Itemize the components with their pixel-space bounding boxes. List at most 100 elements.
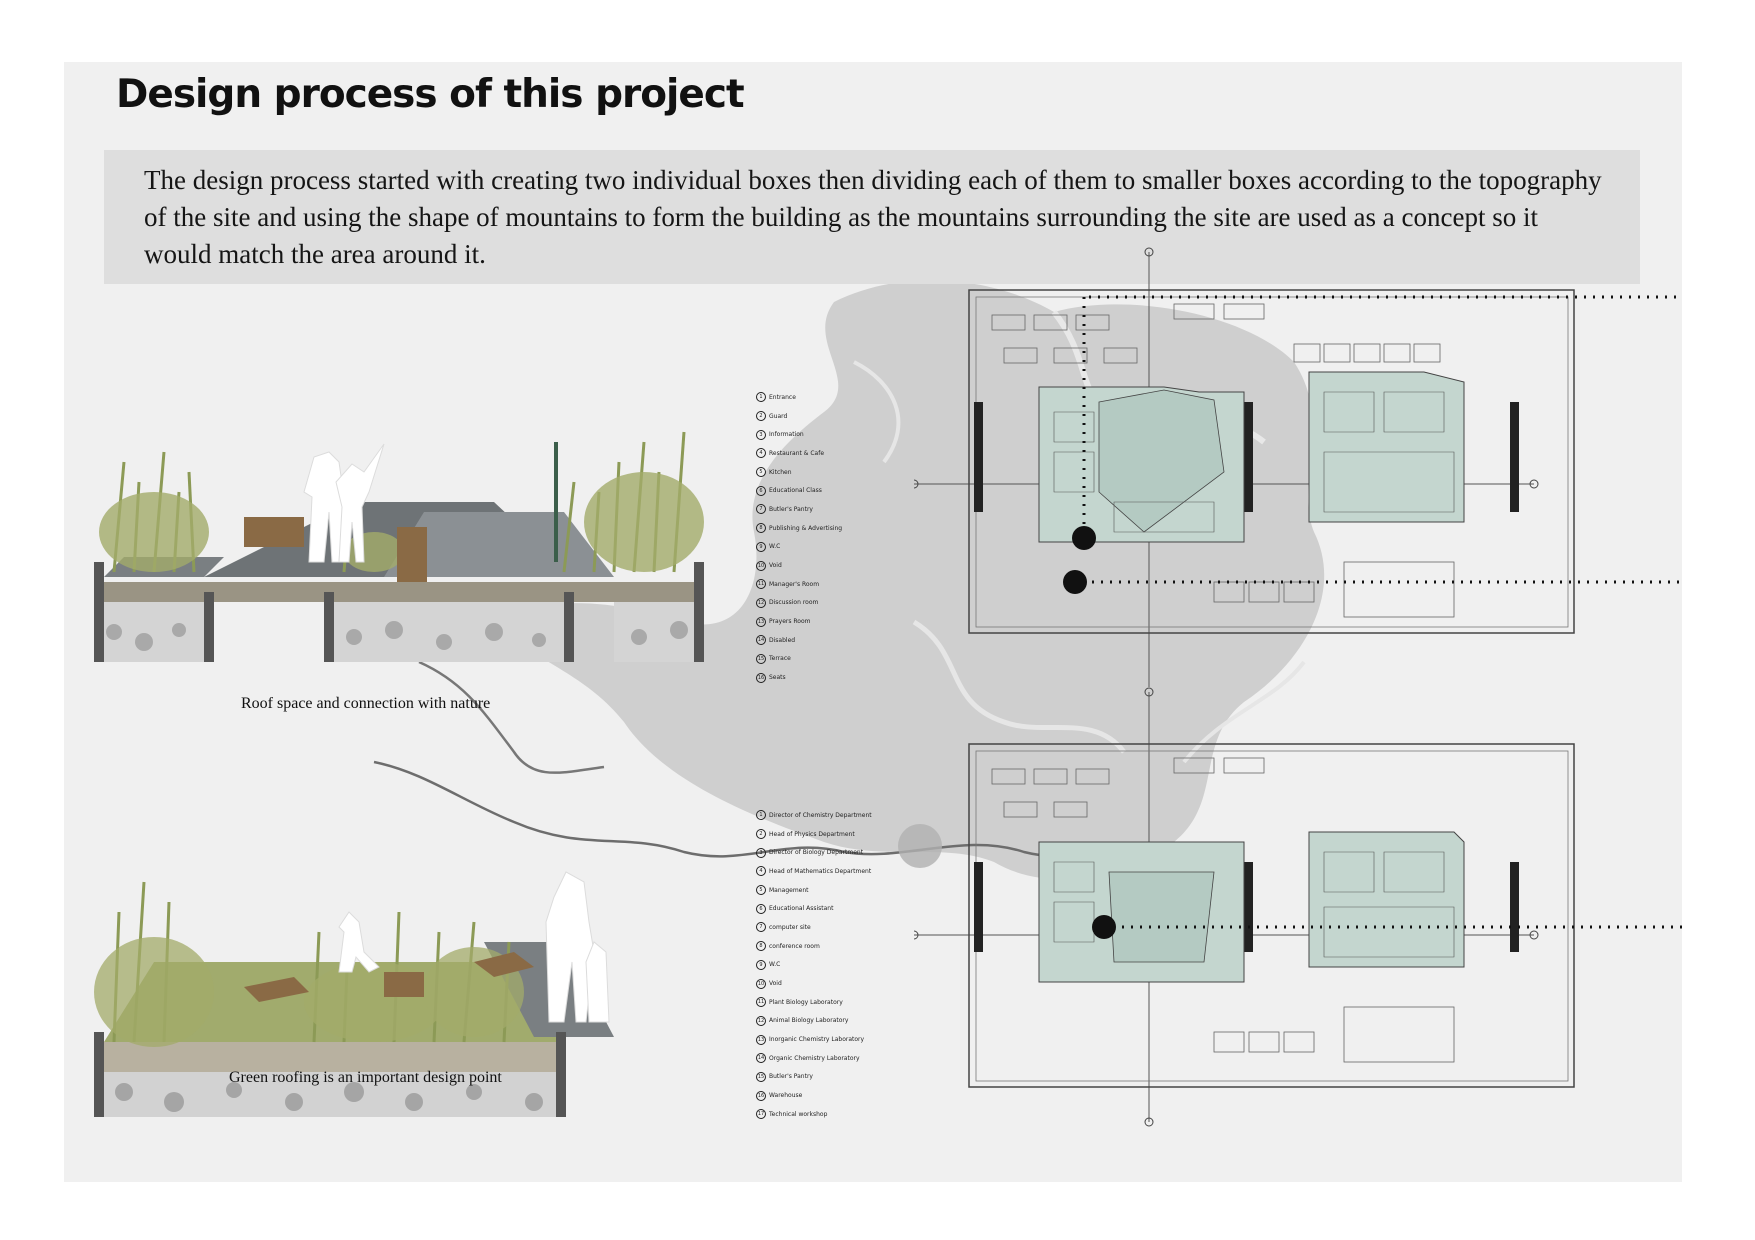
legend-top-floor-rooms: 1 Entrance 2 Guard 3 Information 4 Restaurant &… (756, 388, 842, 687)
legend-label: Prayers Room (769, 618, 811, 626)
legend-number: 15 (756, 1071, 766, 1082)
legend-bottom-floor-rooms: 1 Director of Chemistry Department 2 Head o… (756, 806, 872, 1124)
legend-label: Inorganic Chemistry Laboratory (769, 1036, 865, 1044)
legend-item: 8 Publishing & Advertising (756, 519, 842, 538)
legend-number: 11 (756, 997, 766, 1008)
legend-label: Management (769, 886, 809, 894)
legend-label: Information (769, 431, 804, 439)
legend-label: Butler's Pantry (769, 505, 813, 513)
legend-number: 1 (756, 810, 766, 821)
legend-item: 7 Butler's Pantry (756, 500, 842, 519)
legend-number: 5 (756, 467, 766, 478)
legend-label: Organic Chemistry Laboratory (769, 1054, 860, 1062)
legend-label: Terrace (769, 655, 791, 663)
legend-number: 14 (756, 635, 766, 646)
legend-number: 12 (756, 597, 766, 608)
legend-number: 7 (756, 922, 766, 933)
legend-number: 8 (756, 523, 766, 534)
legend-item: 5 Kitchen (756, 463, 842, 482)
legend-item: 16 Warehouse (756, 1086, 872, 1105)
legend-item: 2 Head of Physics Department (756, 825, 872, 844)
legend-item: 2 Guard (756, 407, 842, 426)
legend-item: 4 Head of Mathematics Department (756, 862, 872, 881)
legend-item: 10 Void (756, 556, 842, 575)
roof-section-drawing-top (94, 431, 704, 662)
legend-number: 4 (756, 866, 766, 877)
legend-item: 3 Director of Biology Department (756, 843, 872, 862)
floor-plan-top (914, 247, 1682, 687)
legend-label: Publishing & Advertising (769, 524, 843, 532)
legend-item: 14 Disabled (756, 631, 842, 650)
floor-plan-bottom (914, 687, 1682, 1127)
page-title: Design process of this project (116, 72, 745, 117)
legend-item: 11 Manager's Room (756, 575, 842, 594)
legend-number: 13 (756, 1034, 766, 1045)
legend-number: 3 (756, 847, 766, 858)
legend-item: 15 Terrace (756, 650, 842, 669)
legend-number: 2 (756, 829, 766, 840)
legend-label: Guard (769, 412, 788, 420)
legend-number: 12 (756, 1015, 766, 1026)
poster-sheet: Design process of this project The desig… (64, 62, 1682, 1182)
legend-number: 15 (756, 653, 766, 664)
legend-item: 5 Management (756, 881, 872, 900)
legend-item: 10 Void (756, 974, 872, 993)
legend-number: 8 (756, 941, 766, 952)
legend-label: Director of Chemistry Department (769, 811, 872, 819)
legend-number: 1 (756, 392, 766, 403)
legend-number: 16 (756, 1090, 766, 1101)
legend-item: 6 Educational Class (756, 481, 842, 500)
legend-item: 14 Organic Chemistry Laboratory (756, 1049, 872, 1068)
legend-label: Head of Mathematics Department (769, 867, 872, 875)
legend-label: Director of Biology Department (769, 849, 864, 857)
legend-item: 15 Butler's Pantry (756, 1068, 872, 1087)
legend-label: Seats (769, 674, 786, 682)
caption-bottom-section: Green roofing is an important design poi… (229, 1069, 502, 1086)
legend-number: 10 (756, 560, 766, 571)
legend-label: Kitchen (769, 468, 792, 476)
legend-number: 3 (756, 429, 766, 440)
legend-label: Head of Physics Department (769, 830, 855, 838)
legend-label: Disabled (769, 636, 796, 644)
legend-item: 3 Information (756, 425, 842, 444)
legend-label: Warehouse (769, 1092, 803, 1100)
legend-number: 17 (756, 1109, 766, 1120)
legend-item: 4 Restaurant & Cafe (756, 444, 842, 463)
legend-label: Butler's Pantry (769, 1073, 813, 1081)
legend-label: computer site (769, 923, 811, 931)
legend-item: 12 Animal Biology Laboratory (756, 1012, 872, 1031)
legend-item: 13 Inorganic Chemistry Laboratory (756, 1030, 872, 1049)
legend-number: 14 (756, 1053, 766, 1064)
legend-number: 16 (756, 672, 766, 683)
legend-label: Restaurant & Cafe (769, 449, 825, 457)
legend-label: Entrance (769, 393, 796, 401)
legend-number: 13 (756, 616, 766, 627)
legend-item: 7 computer site (756, 918, 872, 937)
legend-item: 13 Prayers Room (756, 612, 842, 631)
legend-label: Plant Biology Laboratory (769, 998, 843, 1006)
legend-label: Void (769, 980, 782, 988)
legend-number: 2 (756, 411, 766, 422)
legend-number: 11 (756, 579, 766, 590)
legend-label: Manager's Room (769, 580, 820, 588)
legend-label: conference room (769, 942, 820, 950)
legend-label: Technical workshop (769, 1110, 828, 1118)
legend-label: Animal Biology Laboratory (769, 1017, 849, 1025)
legend-item: 1 Director of Chemistry Department (756, 806, 872, 825)
legend-label: Void (769, 562, 782, 570)
legend-number: 10 (756, 978, 766, 989)
legend-item: 12 Discussion room (756, 594, 842, 613)
legend-item: 1 Entrance (756, 388, 842, 407)
legend-label: W.C (769, 543, 781, 551)
legend-number: 7 (756, 504, 766, 515)
legend-item: 9 W.C (756, 538, 842, 557)
legend-label: W.C (769, 961, 781, 969)
legend-label: Educational Class (769, 487, 822, 495)
legend-number: 9 (756, 541, 766, 552)
legend-item: 17 Technical workshop (756, 1105, 872, 1124)
legend-number: 5 (756, 885, 766, 896)
legend-item: 9 W.C (756, 956, 872, 975)
caption-top-section: Roof space and connection with nature (241, 695, 491, 712)
legend-item: 16 Seats (756, 668, 842, 687)
legend-number: 9 (756, 959, 766, 970)
